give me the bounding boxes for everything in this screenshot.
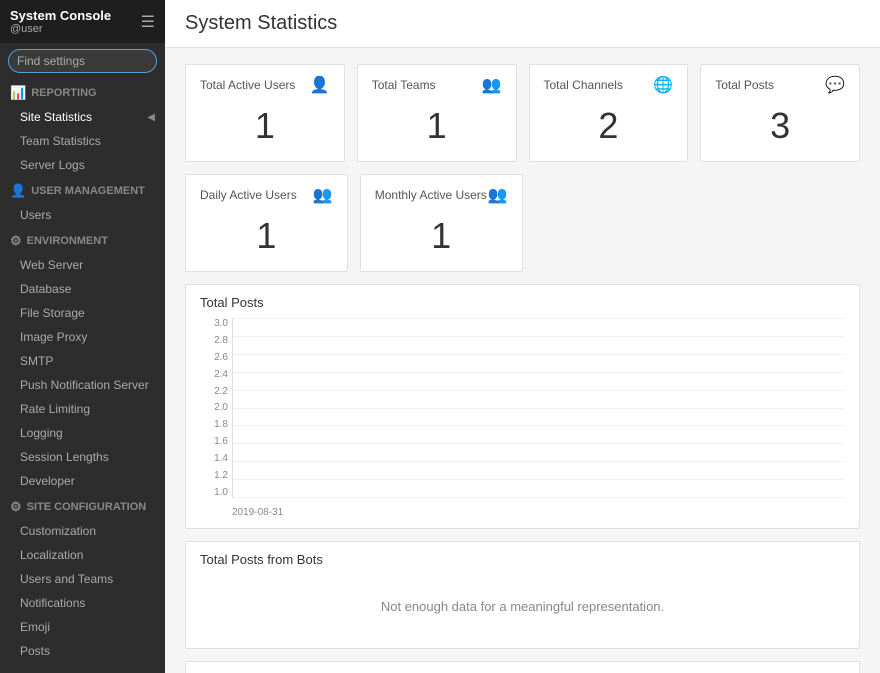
chart-active-users-posts: Active Users With Posts 2.0 — [185, 661, 860, 673]
sidebar-item-emoji[interactable]: Emoji — [0, 615, 165, 639]
value-monthly-active-users: 1 — [375, 211, 508, 257]
stat-cards-row2: Daily Active Users 👥 1 Monthly Active Us… — [185, 174, 860, 272]
environment-section-header: ⚙ ENVIRONMENT — [0, 227, 165, 253]
main-body: Total Active Users 👤 1 Total Teams 👥 1 T… — [165, 48, 880, 673]
label-total-channels: Total Channels — [544, 78, 623, 92]
page-title: System Statistics — [185, 12, 860, 35]
sidebar-item-smtp[interactable]: SMTP — [0, 349, 165, 373]
sidebar-item-web-server[interactable]: Web Server — [0, 253, 165, 277]
label-monthly-active-users: Monthly Active Users — [375, 188, 487, 202]
value-total-teams: 1 — [372, 101, 502, 147]
icon-total-teams: 👥 — [482, 75, 502, 95]
label-total-teams: Total Teams — [372, 78, 436, 92]
chart-x-date: 2019-08-31 — [232, 507, 283, 518]
sidebar-item-server-logs[interactable]: Server Logs — [0, 153, 165, 177]
value-total-posts: 3 — [715, 101, 845, 147]
sidebar: System Console @user ☰ 📊 REPORTING Site … — [0, 0, 165, 673]
no-data-message: Not enough data for a meaningful represe… — [200, 575, 845, 638]
sidebar-item-notifications[interactable]: Notifications — [0, 591, 165, 615]
sidebar-item-site-statistics[interactable]: Site Statistics — [0, 105, 165, 129]
user-management-section-header: 👤 USER MANAGEMENT — [0, 177, 165, 203]
card-monthly-active-users: Monthly Active Users 👥 1 — [360, 174, 523, 272]
sidebar-item-localization[interactable]: Localization — [0, 543, 165, 567]
hamburger-icon[interactable]: ☰ — [141, 12, 155, 32]
label-total-posts: Total Posts — [715, 78, 774, 92]
card-total-active-users: Total Active Users 👤 1 — [185, 64, 345, 162]
stat-cards-row1: Total Active Users 👤 1 Total Teams 👥 1 T… — [185, 64, 860, 162]
sidebar-item-posts[interactable]: Posts — [0, 639, 165, 663]
card-daily-active-users: Daily Active Users 👥 1 — [185, 174, 348, 272]
reporting-section-header: 📊 REPORTING — [0, 79, 165, 105]
card-total-teams: Total Teams 👥 1 — [357, 64, 517, 162]
environment-icon: ⚙ — [10, 233, 22, 249]
chart-total-posts-area: 3.0 2.8 2.6 2.4 2.2 2.0 1.8 1.6 1.4 1.2 … — [200, 318, 845, 518]
site-configuration-icon: ⚙ — [10, 499, 22, 515]
site-configuration-section-header: ⚙ SITE CONFIGURATION — [0, 493, 165, 519]
icon-monthly-active-users: 👥 — [488, 185, 508, 205]
value-daily-active-users: 1 — [200, 211, 333, 257]
icon-total-channels: 🌐 — [653, 75, 673, 95]
icon-daily-active-users: 👥 — [313, 185, 333, 205]
user-management-icon: 👤 — [10, 183, 26, 199]
sidebar-item-database[interactable]: Database — [0, 277, 165, 301]
sidebar-item-file-storage[interactable]: File Storage — [0, 301, 165, 325]
chart-plot-area — [232, 318, 845, 498]
icon-total-active-users: 👤 — [310, 75, 330, 95]
chart-total-posts-bots: Total Posts from Bots Not enough data fo… — [185, 541, 860, 649]
sidebar-item-logging[interactable]: Logging — [0, 421, 165, 445]
icon-total-posts: 💬 — [825, 75, 845, 95]
search-input[interactable] — [8, 49, 157, 73]
label-daily-active-users: Daily Active Users — [200, 188, 297, 202]
app-name: System Console — [10, 8, 111, 23]
chart-y-labels: 3.0 2.8 2.6 2.4 2.2 2.0 1.8 1.6 1.4 1.2 … — [200, 318, 228, 498]
sidebar-item-users-and-teams[interactable]: Users and Teams — [0, 567, 165, 591]
main-content: System Statistics Total Active Users 👤 1… — [165, 0, 880, 673]
sidebar-item-users[interactable]: Users — [0, 203, 165, 227]
sidebar-item-team-statistics[interactable]: Team Statistics — [0, 129, 165, 153]
sidebar-item-push-notification-server[interactable]: Push Notification Server — [0, 373, 165, 397]
chart-total-posts: Total Posts 3.0 2.8 2.6 2.4 2.2 2.0 1.8 … — [185, 284, 860, 529]
card-total-channels: Total Channels 🌐 2 — [529, 64, 689, 162]
app-user: @user — [10, 23, 111, 35]
card-total-posts: Total Posts 💬 3 — [700, 64, 860, 162]
sidebar-item-image-proxy[interactable]: Image Proxy — [0, 325, 165, 349]
sidebar-header: System Console @user ☰ — [0, 0, 165, 43]
reporting-icon: 📊 — [10, 85, 26, 101]
sidebar-item-rate-limiting[interactable]: Rate Limiting — [0, 397, 165, 421]
sidebar-item-customization[interactable]: Customization — [0, 519, 165, 543]
chart-total-posts-title: Total Posts — [200, 295, 845, 310]
value-total-channels: 2 — [544, 101, 674, 147]
sidebar-item-session-lengths[interactable]: Session Lengths — [0, 445, 165, 469]
label-total-active-users: Total Active Users — [200, 78, 295, 92]
value-total-active-users: 1 — [200, 101, 330, 147]
sidebar-search — [0, 43, 165, 79]
chart-total-posts-bots-title: Total Posts from Bots — [200, 552, 845, 567]
sidebar-item-developer[interactable]: Developer — [0, 469, 165, 493]
page-header: System Statistics — [165, 0, 880, 48]
